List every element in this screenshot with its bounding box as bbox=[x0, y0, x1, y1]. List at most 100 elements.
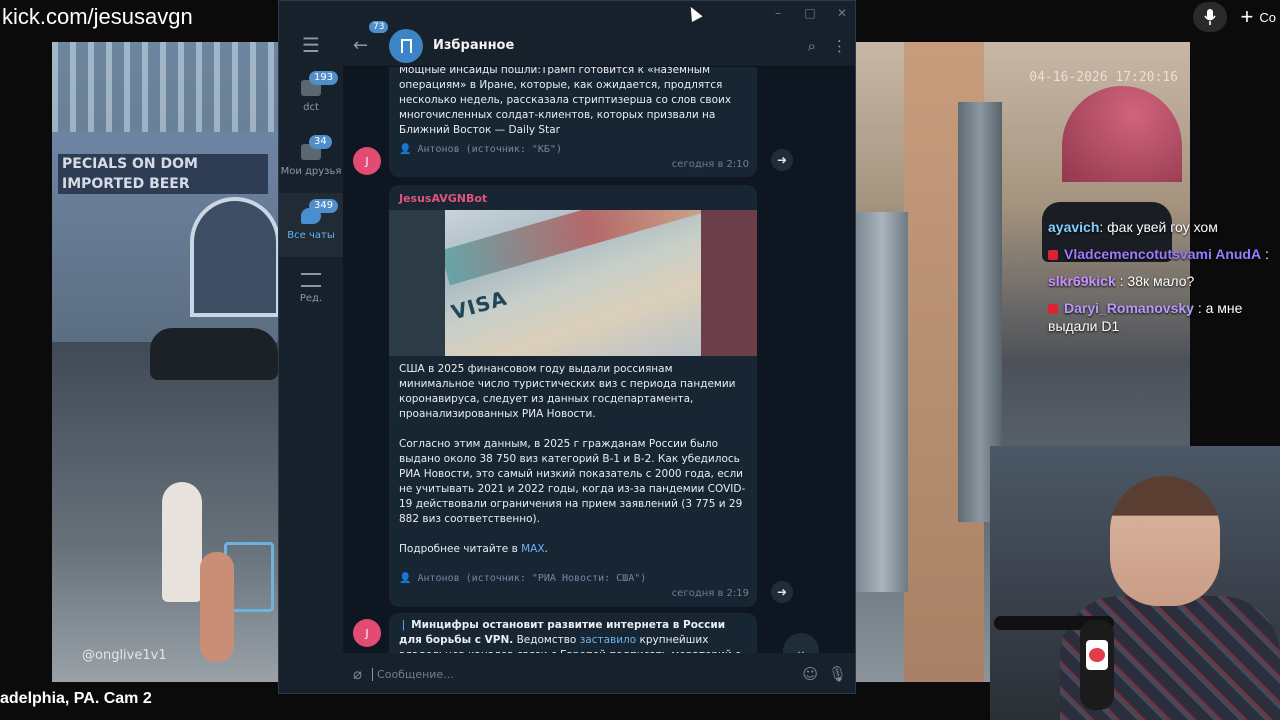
sender-avatar[interactable]: J bbox=[353, 619, 381, 647]
streamer-head bbox=[1110, 476, 1220, 606]
screen: kick.com/jesusavgn + Со PECIALS ON DOM I… bbox=[0, 0, 1280, 720]
bookmark-icon bbox=[400, 38, 412, 53]
chat-message: Daryi_Romanovsky : а мне выдали D1 bbox=[1048, 300, 1243, 334]
message-signature: 👤 Антонов (источник: "РИА Новости: США") bbox=[399, 573, 647, 584]
camera-timestamp: 04-16-2026 17:20:16 bbox=[1029, 70, 1178, 85]
pin-icon: ❘ bbox=[399, 619, 412, 631]
badge-icon bbox=[1048, 250, 1058, 261]
chat-username: Daryi_Romanovsky bbox=[1064, 300, 1194, 316]
folder-all-chats[interactable]: 349 Все чаты bbox=[279, 193, 343, 257]
camera-caption: adelphia, PA. Cam 2 bbox=[0, 690, 152, 707]
minimize-button[interactable]: – bbox=[771, 6, 785, 20]
chat-message: Vladcemencotutsvami AnudA : bbox=[1048, 245, 1280, 263]
store-sign: PECIALS ON DOM IMPORTED BEER bbox=[58, 154, 268, 194]
folders-sidebar: ☰ 193 dct 34 Мои друзья 349 Все чаты Ред… bbox=[279, 25, 343, 693]
message-input[interactable]: Сообщение... bbox=[372, 667, 792, 681]
maximize-button[interactable]: □ bbox=[803, 6, 817, 20]
window-titlebar: – □ ✕ bbox=[279, 1, 855, 25]
chat-message: ayavich: фак увей гоу хом bbox=[1048, 219, 1218, 235]
message-signature: 👤 Антонов (источник: "КБ") bbox=[399, 144, 562, 155]
chat-header: ← 73 Избранное ⌕ ⋮ bbox=[343, 21, 855, 67]
message-bubble[interactable]: JesusAVGNBot VISA США в 2025 финансовом … bbox=[389, 185, 757, 607]
streamer-webcam bbox=[990, 446, 1280, 720]
store-sign-line-1: PECIALS ON DOM bbox=[62, 156, 198, 172]
emoji-icon[interactable]: ☺ bbox=[802, 665, 818, 683]
create-button-label: Со bbox=[1259, 9, 1276, 25]
chat-panel: ← 73 Избранное ⌕ ⋮ Мощные инсайды пошли:… bbox=[343, 21, 855, 693]
share-arrow-icon: ➜ bbox=[776, 585, 788, 599]
mic-button[interactable] bbox=[1192, 2, 1227, 32]
attach-icon[interactable]: ⌀ bbox=[353, 665, 362, 683]
message-text: Согласно этим данным, в 2025 г гражданам… bbox=[399, 438, 746, 525]
folder-edit[interactable]: Ред. bbox=[279, 257, 343, 321]
parked-car bbox=[150, 328, 278, 380]
folder-label: Все чаты bbox=[287, 230, 335, 241]
visa-band bbox=[445, 210, 701, 286]
message-composer: ⌀ Сообщение... ☺ 🎙 bbox=[343, 653, 855, 693]
forward-button[interactable]: ➜ bbox=[771, 581, 793, 603]
read-more-link[interactable]: MAX bbox=[521, 543, 544, 555]
pedestrian bbox=[200, 552, 234, 662]
sliders-icon bbox=[301, 273, 321, 287]
message-link[interactable]: заставило bbox=[580, 634, 637, 646]
saved-messages-avatar[interactable] bbox=[389, 28, 423, 63]
pedestrian bbox=[162, 482, 202, 602]
arched-window bbox=[190, 197, 280, 317]
sender-avatar[interactable]: J bbox=[353, 147, 381, 175]
unread-badge: 73 bbox=[369, 21, 389, 33]
back-button[interactable]: ← 73 bbox=[353, 21, 389, 56]
visa-label: VISA bbox=[448, 285, 510, 325]
chat-username: Vladcemencotutsvami AnudA bbox=[1064, 246, 1262, 262]
chat-message: slkr69kick : 38к мало? bbox=[1048, 273, 1195, 289]
message-photo[interactable]: VISA bbox=[389, 210, 757, 356]
message-time: сегодня в 2:10 bbox=[671, 159, 749, 170]
folder-label: Мои друзья bbox=[280, 166, 342, 177]
chat-text: 38к мало? bbox=[1127, 273, 1195, 289]
telegram-window: – □ ✕ ☰ 193 dct 34 Мои друзья 349 Все ча… bbox=[278, 0, 856, 694]
visa-image: VISA bbox=[445, 210, 701, 356]
unread-badge: 193 bbox=[309, 71, 339, 85]
sender-name[interactable]: JesusAVGNBot bbox=[389, 185, 757, 210]
microphone-icon bbox=[1203, 9, 1216, 25]
stream-toolbar: + Со bbox=[1192, 0, 1280, 34]
chat-text: фак увей гоу хом bbox=[1107, 219, 1218, 235]
folder-dct[interactable]: 193 dct bbox=[279, 65, 343, 129]
read-more-prefix: Подробнее читайте в bbox=[399, 543, 522, 555]
forward-button[interactable]: ➜ bbox=[771, 149, 793, 171]
chat-username: ayavich bbox=[1048, 219, 1100, 235]
chevron-down-icon: ⌄ bbox=[795, 643, 807, 653]
header-actions: ⌕ ⋮ bbox=[808, 37, 847, 55]
message-time: сегодня в 2:19 bbox=[671, 588, 749, 599]
mic-logo-icon bbox=[1086, 640, 1108, 670]
message-list: Мощные инсайды пошли:Трамп готовится к «… bbox=[343, 67, 855, 653]
voice-message-icon[interactable]: 🎙 bbox=[828, 665, 847, 683]
search-icon[interactable]: ⌕ bbox=[808, 37, 816, 55]
badge-icon bbox=[1048, 304, 1058, 315]
message-bubble[interactable]: Мощные инсайды пошли:Трамп готовится к «… bbox=[389, 67, 757, 177]
unread-badge: 34 bbox=[309, 135, 332, 149]
read-more-suffix: . bbox=[544, 543, 548, 555]
camera-watermark: @onglive1v1 bbox=[82, 648, 167, 663]
message-read-more: Подробнее читайте в MAX. bbox=[389, 527, 757, 557]
support-column bbox=[856, 212, 908, 592]
folder-label: Ред. bbox=[299, 293, 323, 304]
stream-url: kick.com/jesusavgn bbox=[2, 4, 193, 29]
hamburger-menu-icon[interactable]: ☰ bbox=[279, 25, 343, 65]
unread-badge: 349 bbox=[309, 199, 339, 213]
message-text: США в 2025 финансовом году выдали россия… bbox=[399, 363, 736, 420]
create-button[interactable]: + Со bbox=[1240, 4, 1276, 29]
arrow-left-icon: ← bbox=[353, 35, 369, 56]
more-vertical-icon[interactable]: ⋮ bbox=[832, 37, 847, 55]
store-sign-line-2: IMPORTED BEER bbox=[62, 176, 190, 192]
folder-label: dct bbox=[303, 102, 319, 113]
message-bubble[interactable]: ❘ Минцифры остановит развитие интернета … bbox=[389, 613, 757, 653]
scroll-down-button[interactable]: ⌄ bbox=[783, 633, 819, 653]
plus-icon: + bbox=[1240, 4, 1254, 29]
stream-chat: ayavich: фак увей гоу хом Vladcemencotut… bbox=[1048, 218, 1280, 344]
close-button[interactable]: ✕ bbox=[835, 6, 849, 20]
message-text: Мощные инсайды пошли:Трамп готовится к «… bbox=[399, 67, 732, 136]
chat-title[interactable]: Избранное bbox=[433, 38, 808, 53]
folder-friends[interactable]: 34 Мои друзья bbox=[279, 129, 343, 193]
message-text: Ведомство bbox=[513, 634, 580, 646]
chat-username: slkr69kick bbox=[1048, 273, 1116, 289]
